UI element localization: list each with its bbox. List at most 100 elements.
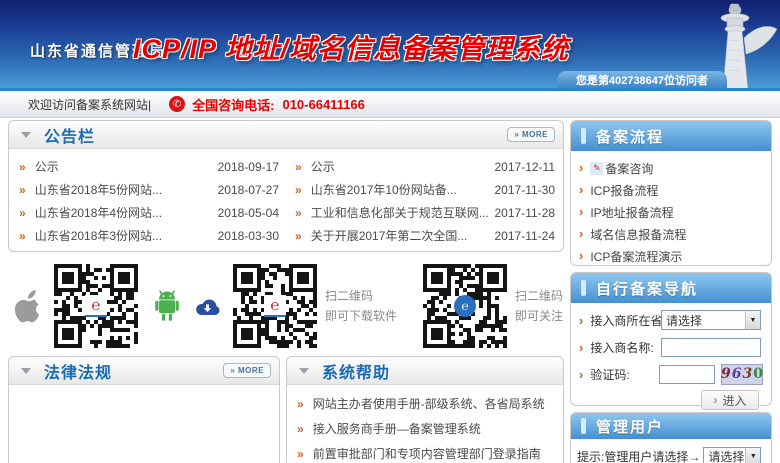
- hotline-label: 全国咨询电话:: [192, 95, 274, 114]
- cloud-download-icon: [194, 297, 221, 316]
- qr-center-logo: [85, 295, 107, 317]
- announcement-date: 2017-11-24: [495, 229, 556, 243]
- announcement-link[interactable]: 山东省2018年4份网站...: [35, 204, 218, 221]
- captcha-image[interactable]: 9 6 3 0: [721, 364, 763, 385]
- apple-logo-icon: [10, 287, 42, 325]
- self-filing-nav-header: 自行备案导航: [571, 273, 771, 303]
- arrow-bullet-icon: [297, 446, 304, 462]
- list-item: 备案咨询: [579, 157, 765, 179]
- list-item: 前置审批部门和专项内容管理部门登录指南: [287, 441, 563, 463]
- help-link[interactable]: 前置审批部门和专项内容管理部门登录指南: [313, 445, 541, 462]
- arrow-bullet-icon: [297, 421, 304, 437]
- list-item: 山东省2018年3份网站... 2018-03-30: [19, 224, 279, 247]
- qr-code-android-download: [233, 264, 317, 348]
- announcement-link[interactable]: 山东省2018年5份网站...: [35, 181, 218, 198]
- announcement-link[interactable]: 山东省2018年3份网站...: [35, 227, 218, 244]
- isp-name-label: 接入商名称:: [579, 339, 661, 356]
- announcement-date: 2018-09-17: [218, 160, 279, 174]
- arrow-bullet-icon: [579, 314, 583, 327]
- list-item: 域名信息报备流程: [579, 223, 765, 245]
- phone-icon: [169, 96, 185, 112]
- site-title: ICP/IP 地址/域名信息备案管理系统: [133, 27, 569, 66]
- announcement-date: 2017-11-28: [495, 206, 556, 220]
- header-accent-bar: [581, 280, 586, 296]
- header-accent-bar: [581, 128, 586, 144]
- announcement-date: 2017-12-11: [495, 160, 556, 174]
- help-panel: 系统帮助 网站主办者使用手册-部级系统、各省局系统 接入服务商手册—备案管理系统…: [286, 356, 564, 463]
- triangle-down-icon: [21, 132, 31, 138]
- list-item: 接入服务商手册—备案管理系统: [287, 416, 563, 441]
- arrow-bullet-icon: [295, 228, 302, 244]
- triangle-down-icon: [21, 368, 31, 374]
- help-link[interactable]: 网站主办者使用手册-部级系统、各省局系统: [313, 395, 545, 412]
- laws-title: 法律法规: [44, 359, 112, 383]
- province-label: 接入商所在省:: [579, 312, 661, 329]
- list-item: 公示 2017-12-11: [295, 155, 555, 178]
- qr-code-strip: 扫二维码 即可下载软件 扫二维码 即可关注: [8, 260, 564, 352]
- admin-select-row: 提示:管理用户请选择→ 请选择: [577, 447, 771, 463]
- list-item: ICP备案流程演示: [579, 245, 765, 267]
- filing-process-header: 备案流程: [571, 121, 771, 151]
- list-item: 山东省2018年5份网站... 2018-07-27: [19, 178, 279, 201]
- captcha-input[interactable]: [659, 365, 715, 384]
- list-item: 网站主办者使用手册-部级系统、各省局系统: [287, 391, 563, 416]
- qr-code-follow: [423, 264, 507, 348]
- announcement-link[interactable]: 关于开展2017年第二次全国...: [311, 227, 495, 244]
- list-item: IP地址报备流程: [579, 201, 765, 223]
- admin-users-panel: 管理用户 提示:管理用户请选择→ 请选择: [570, 412, 772, 463]
- welcome-text: 欢迎访问备案系统网站|: [28, 96, 151, 113]
- qr-center-logo: [264, 295, 286, 317]
- arrow-bullet-icon: [295, 159, 302, 175]
- announcement-date: 2017-11-30: [495, 183, 556, 197]
- help-header: 系统帮助: [287, 357, 563, 385]
- announcement-more-button[interactable]: » MORE: [507, 127, 555, 142]
- province-select[interactable]: 请选择: [661, 310, 761, 330]
- triangle-down-icon: [299, 368, 309, 374]
- announcement-title: 公告栏: [44, 123, 95, 147]
- announcement-date: 2018-03-30: [218, 229, 279, 243]
- new-icon: [590, 162, 603, 175]
- welcome-bar: 欢迎访问备案系统网站| 全国咨询电话: 010-66411166: [0, 91, 780, 118]
- list-item: 工业和信息化部关于规范互联网... 2017-11-28: [295, 201, 555, 224]
- laws-header: 法律法规 » MORE: [9, 357, 279, 385]
- province-select-value: 请选择: [666, 312, 702, 329]
- isp-name-row: 接入商名称:: [579, 337, 763, 357]
- announcement-link[interactable]: 公示: [35, 158, 218, 175]
- isp-name-input[interactable]: [661, 338, 761, 357]
- announcement-link[interactable]: 工业和信息化部关于规范互联网...: [311, 204, 495, 221]
- qr-follow-caption: 扫二维码 即可关注: [515, 286, 563, 326]
- announcement-link[interactable]: 公示: [311, 158, 495, 175]
- arrow-bullet-icon: [295, 205, 302, 221]
- chevron-down-icon: [745, 311, 760, 329]
- arrow-bullet-icon: [579, 160, 583, 176]
- admin-hint-label: 提示:管理用户请选择→: [577, 448, 700, 463]
- site-header: 山东省通信管理局 ICP/IP 地址/域名信息备案管理系统 您是第4027386…: [0, 0, 780, 88]
- sidebar-link-consult[interactable]: 备案咨询: [605, 160, 653, 177]
- list-item: ICP报备流程: [579, 179, 765, 201]
- list-item: 公示 2018-09-17: [19, 155, 279, 178]
- admin-select-value: 请选择: [708, 448, 744, 463]
- help-link[interactable]: 接入服务商手册—备案管理系统: [313, 420, 481, 437]
- filing-process-title: 备案流程: [596, 126, 664, 147]
- admin-users-header: 管理用户: [571, 413, 771, 439]
- help-title: 系统帮助: [322, 359, 390, 383]
- sidebar-link-icp-process[interactable]: ICP报备流程: [590, 182, 658, 199]
- header-accent-bar: [581, 418, 586, 434]
- arrow-bullet-icon: [579, 248, 583, 264]
- admin-user-select[interactable]: 请选择: [703, 447, 761, 463]
- self-filing-nav-title: 自行备案导航: [596, 278, 698, 299]
- admin-users-title: 管理用户: [596, 416, 664, 437]
- self-filing-nav-panel: 自行备案导航 接入商所在省: 请选择 接入商名称: 验证码:: [570, 272, 772, 406]
- arrow-bullet-icon: [19, 205, 26, 221]
- sidebar-link-ip-process[interactable]: IP地址报备流程: [590, 204, 673, 221]
- filing-process-panel: 备案流程 备案咨询 ICP报备流程 IP地址报备流程 域名信息报备流程: [570, 120, 772, 266]
- sidebar-link-domain-process[interactable]: 域名信息报备流程: [590, 226, 686, 243]
- laws-more-button[interactable]: » MORE: [223, 363, 271, 378]
- province-row: 接入商所在省: 请选择: [579, 310, 763, 330]
- enter-button[interactable]: 进入: [701, 390, 759, 410]
- announcement-link[interactable]: 山东省2017年10份网站备...: [311, 181, 495, 198]
- hotline-number: 010-66411166: [282, 97, 364, 112]
- arrow-bullet-icon: [579, 182, 583, 198]
- sidebar-link-icp-demo[interactable]: ICP备案流程演示: [590, 248, 682, 265]
- announcement-column-right: 公示 2017-12-11 山东省2017年10份网站备... 2017-11-…: [295, 155, 555, 247]
